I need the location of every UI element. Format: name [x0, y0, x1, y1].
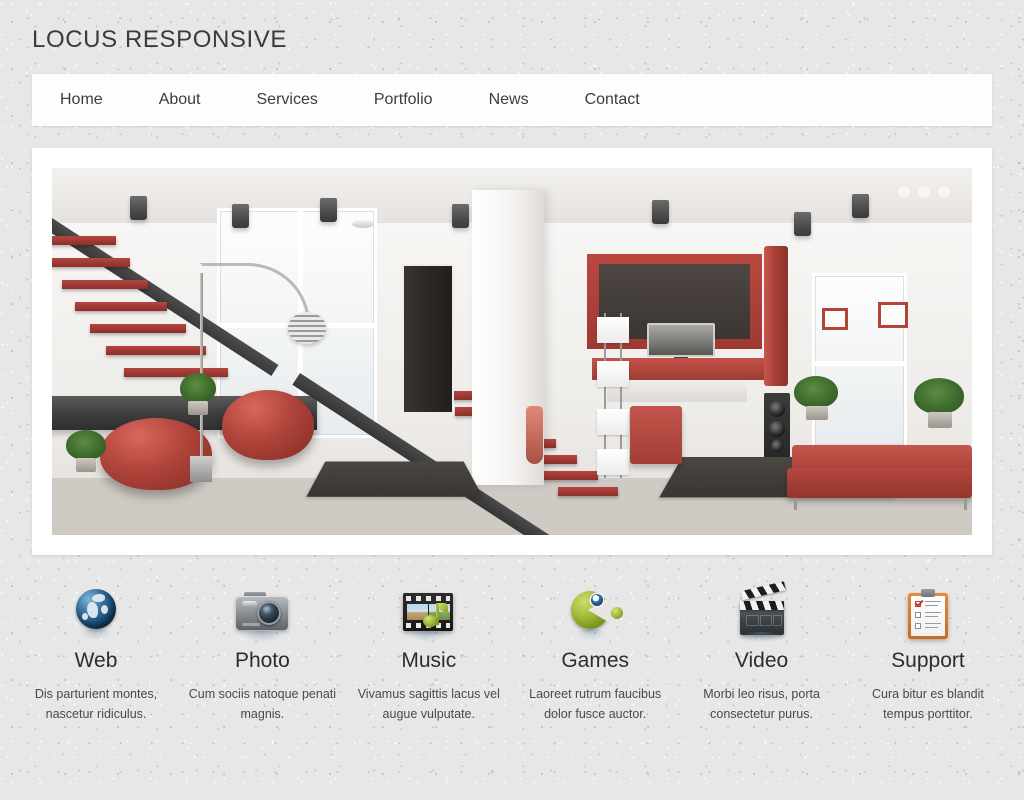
beanbag-chair-right: [222, 390, 314, 460]
slider-dot-3[interactable]: [938, 186, 950, 198]
television: [647, 323, 715, 357]
feature-icon-wrap: [854, 581, 1002, 643]
film-music-icon: [401, 587, 457, 643]
feature-title: Music: [401, 649, 457, 672]
vase: [526, 406, 543, 464]
nav-item-portfolio[interactable]: Portfolio: [346, 74, 461, 126]
feature-title: Web: [74, 649, 118, 672]
rug-left: [306, 461, 483, 497]
armchair: [630, 406, 682, 464]
feature-description: Dis parturient montes, nascetur ridiculu…: [34, 687, 158, 722]
feature-icon-wrap: [688, 581, 836, 643]
pacman-icon: [567, 587, 624, 643]
globe-icon: [68, 587, 124, 643]
feature-title: Games: [561, 649, 630, 672]
feature-icon-wrap: [188, 581, 336, 643]
clipboard-icon: [900, 587, 956, 643]
nav-item-about[interactable]: About: [131, 74, 229, 126]
nav-item-contact[interactable]: Contact: [557, 74, 668, 126]
plant-1: [180, 373, 216, 403]
feature-description: Cura bitur es blandit tempus porttitor.: [872, 687, 984, 722]
feature-music[interactable]: Music Vivamus sagittis lacus vel augue v…: [355, 581, 503, 725]
arc-lamp-shade: [288, 312, 326, 344]
plant-2: [66, 430, 106, 460]
sofa-seat: [787, 468, 972, 498]
feature-title: Photo: [234, 649, 290, 672]
red-column: [764, 246, 788, 386]
feature-web[interactable]: Web Dis parturient montes, nascetur ridi…: [22, 581, 170, 725]
camera-icon: [234, 587, 290, 643]
picture-frame-1: [822, 308, 848, 330]
nav-item-home[interactable]: Home: [32, 74, 131, 126]
feature-support[interactable]: Support Cura bitur es blandit tempus por…: [854, 581, 1002, 725]
clapperboard-icon: [734, 581, 790, 643]
feature-icon-wrap: [22, 581, 170, 643]
arc-lamp-pole: [200, 273, 203, 458]
feature-description: Cum sociis natoque penati magnis.: [188, 687, 337, 722]
nav-item-services[interactable]: Services: [229, 74, 346, 126]
plant-4: [914, 378, 964, 414]
site-logo[interactable]: LOCUS RESPONSIVE: [32, 28, 1024, 52]
slider-dot-2[interactable]: [918, 186, 930, 198]
interior-scene-illustration: [52, 168, 972, 535]
picture-frame-2: [878, 302, 908, 328]
feature-description: Laoreet rutrum faucibus dolor fusce auct…: [529, 687, 662, 722]
main-navigation: Home About Services Portfolio News Conta…: [32, 74, 992, 126]
nav-list: Home About Services Portfolio News Conta…: [32, 74, 668, 126]
site-header: LOCUS RESPONSIVE: [0, 0, 1024, 52]
feature-title: Video: [734, 649, 789, 672]
feature-icon-wrap: [521, 581, 669, 643]
feature-photo[interactable]: Photo Cum sociis natoque penati magnis.: [188, 581, 336, 725]
page-root: LOCUS RESPONSIVE Home About Services Por…: [0, 0, 1024, 800]
feature-title: Support: [891, 649, 965, 672]
speaker-tower: [764, 393, 790, 460]
slider-pagination: [898, 186, 950, 198]
window-right: [812, 273, 907, 448]
features-section: Web Dis parturient montes, nascetur ridi…: [0, 581, 1024, 725]
hero-slide-image[interactable]: [52, 168, 972, 535]
plant-3: [794, 376, 838, 408]
feature-games[interactable]: Games Laoreet rutrum faucibus dolor fusc…: [521, 581, 669, 725]
door: [402, 264, 454, 414]
feature-icon-wrap: [355, 581, 503, 643]
feature-description: Vivamus sagittis lacus vel augue vulputa…: [357, 687, 500, 722]
stack-floor-lamp: [597, 313, 629, 478]
feature-video[interactable]: Video Morbi leo risus, porta consectetur…: [688, 581, 836, 725]
feature-description: Morbi leo risus, porta consectetur purus…: [703, 687, 820, 722]
hero-slider: [32, 148, 992, 555]
slider-dot-1[interactable]: [898, 186, 910, 198]
nav-item-news[interactable]: News: [461, 74, 557, 126]
